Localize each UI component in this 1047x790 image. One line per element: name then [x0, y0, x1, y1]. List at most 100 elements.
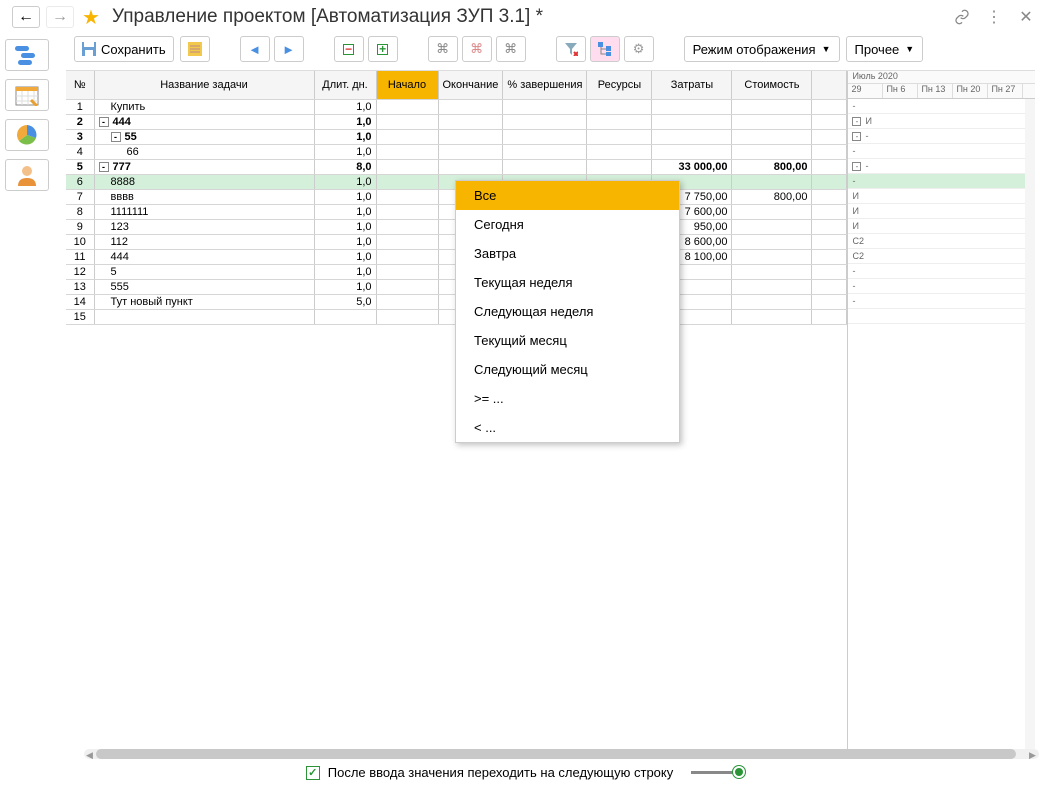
- cell-duration[interactable]: 1,0: [314, 99, 376, 114]
- cell-extra[interactable]: [812, 264, 847, 279]
- cell-start[interactable]: [376, 204, 438, 219]
- cell-price[interactable]: [732, 144, 812, 159]
- cell-price[interactable]: [732, 264, 812, 279]
- gantt-row[interactable]: --: [848, 129, 1035, 144]
- cell-price[interactable]: [732, 219, 812, 234]
- arrow-right-button[interactable]: ►: [274, 36, 304, 62]
- cell-costs[interactable]: [652, 144, 732, 159]
- collapse-button[interactable]: −: [334, 36, 364, 62]
- filter-menu-item[interactable]: Текущий месяц: [456, 326, 679, 355]
- close-icon[interactable]: ✕: [1017, 8, 1035, 26]
- cell-name[interactable]: Тут новый пункт: [94, 294, 314, 309]
- filter-menu-item[interactable]: < ...: [456, 413, 679, 442]
- cell-price[interactable]: [732, 309, 812, 324]
- link-edit-button[interactable]: ⌘: [496, 36, 526, 62]
- table-row[interactable]: 1Купить1,0: [66, 99, 847, 114]
- cell-extra[interactable]: [812, 144, 847, 159]
- cell-finish[interactable]: [438, 159, 503, 174]
- cell-costs[interactable]: [652, 129, 732, 144]
- cell-finish[interactable]: [438, 99, 503, 114]
- cell-extra[interactable]: [812, 234, 847, 249]
- gantt-row[interactable]: -: [848, 174, 1035, 189]
- filter-button[interactable]: [556, 36, 586, 62]
- col-start[interactable]: Начало: [376, 71, 438, 99]
- menu-icon[interactable]: ⋮: [985, 8, 1003, 26]
- cell-duration[interactable]: 1,0: [314, 129, 376, 144]
- expand-button[interactable]: +: [368, 36, 398, 62]
- cell-duration[interactable]: 1,0: [314, 279, 376, 294]
- vertical-scrollbar[interactable]: [1025, 99, 1035, 749]
- slider-thumb[interactable]: [733, 766, 745, 778]
- horizontal-scrollbar[interactable]: ◀ ▶: [84, 749, 1039, 759]
- cell-name[interactable]: 5: [94, 264, 314, 279]
- cell-price[interactable]: [732, 114, 812, 129]
- tree-toggle[interactable]: -: [111, 132, 121, 142]
- cell-start[interactable]: [376, 174, 438, 189]
- cell-price[interactable]: [732, 294, 812, 309]
- cell-start[interactable]: [376, 159, 438, 174]
- table-row[interactable]: 5-7778,033 000,00800,00: [66, 159, 847, 174]
- col-finish[interactable]: Окончание: [438, 71, 503, 99]
- table-row[interactable]: 3-551,0: [66, 129, 847, 144]
- cell-duration[interactable]: 1,0: [314, 219, 376, 234]
- cell-duration[interactable]: 1,0: [314, 189, 376, 204]
- cell-duration[interactable]: 1,0: [314, 114, 376, 129]
- cell-start[interactable]: [376, 249, 438, 264]
- cell-resources[interactable]: [587, 159, 652, 174]
- cell-name[interactable]: -444: [94, 114, 314, 129]
- link-icon[interactable]: [953, 8, 971, 26]
- cell-name[interactable]: 444: [94, 249, 314, 264]
- gantt-row[interactable]: -И: [848, 114, 1035, 129]
- cell-price[interactable]: [732, 204, 812, 219]
- tree-toggle[interactable]: -: [99, 162, 109, 172]
- gantt-row[interactable]: [848, 309, 1035, 324]
- cell-price[interactable]: [732, 249, 812, 264]
- filter-menu-item[interactable]: Сегодня: [456, 210, 679, 239]
- auto-next-row-checkbox[interactable]: ✓: [306, 766, 320, 780]
- cell-finish[interactable]: [438, 129, 503, 144]
- cell-extra[interactable]: [812, 204, 847, 219]
- cell-price[interactable]: [732, 234, 812, 249]
- cell-start[interactable]: [376, 144, 438, 159]
- filter-menu-item[interactable]: >= ...: [456, 384, 679, 413]
- col-price[interactable]: Стоимость: [732, 71, 812, 99]
- cell-start[interactable]: [376, 294, 438, 309]
- cell-resources[interactable]: [587, 99, 652, 114]
- side-btn-chart[interactable]: [5, 119, 49, 151]
- gantt-toggle[interactable]: -: [852, 162, 861, 171]
- cell-percent[interactable]: [503, 114, 587, 129]
- cell-costs[interactable]: [652, 99, 732, 114]
- cell-resources[interactable]: [587, 129, 652, 144]
- filter-menu-item[interactable]: Следующая неделя: [456, 297, 679, 326]
- cell-extra[interactable]: [812, 294, 847, 309]
- cell-price[interactable]: 800,00: [732, 189, 812, 204]
- gantt-row[interactable]: С2: [848, 249, 1035, 264]
- table-row[interactable]: 4661,0: [66, 144, 847, 159]
- cell-extra[interactable]: [812, 99, 847, 114]
- cell-extra[interactable]: [812, 129, 847, 144]
- cell-percent[interactable]: [503, 99, 587, 114]
- col-name[interactable]: Название задачи: [94, 71, 314, 99]
- star-icon[interactable]: ★: [80, 6, 102, 28]
- link-remove-button[interactable]: ⌘: [462, 36, 492, 62]
- gantt-row[interactable]: -: [848, 99, 1035, 114]
- cell-duration[interactable]: 1,0: [314, 144, 376, 159]
- cell-name[interactable]: [94, 309, 314, 324]
- cell-extra[interactable]: [812, 174, 847, 189]
- display-mode-dropdown[interactable]: Режим отображения ▼: [684, 36, 840, 62]
- cell-start[interactable]: [376, 99, 438, 114]
- col-duration[interactable]: Длит. дн.: [314, 71, 376, 99]
- other-dropdown[interactable]: Прочее ▼: [846, 36, 924, 62]
- cell-percent[interactable]: [503, 144, 587, 159]
- cell-duration[interactable]: 1,0: [314, 249, 376, 264]
- cell-name[interactable]: 112: [94, 234, 314, 249]
- col-percent[interactable]: % завершения: [503, 71, 587, 99]
- cell-start[interactable]: [376, 129, 438, 144]
- cell-name[interactable]: 66: [94, 144, 314, 159]
- cell-duration[interactable]: 8,0: [314, 159, 376, 174]
- cell-name[interactable]: 1111111: [94, 204, 314, 219]
- cell-costs[interactable]: 33 000,00: [652, 159, 732, 174]
- col-resources[interactable]: Ресурсы: [587, 71, 652, 99]
- cell-resources[interactable]: [587, 114, 652, 129]
- col-costs[interactable]: Затраты: [652, 71, 732, 99]
